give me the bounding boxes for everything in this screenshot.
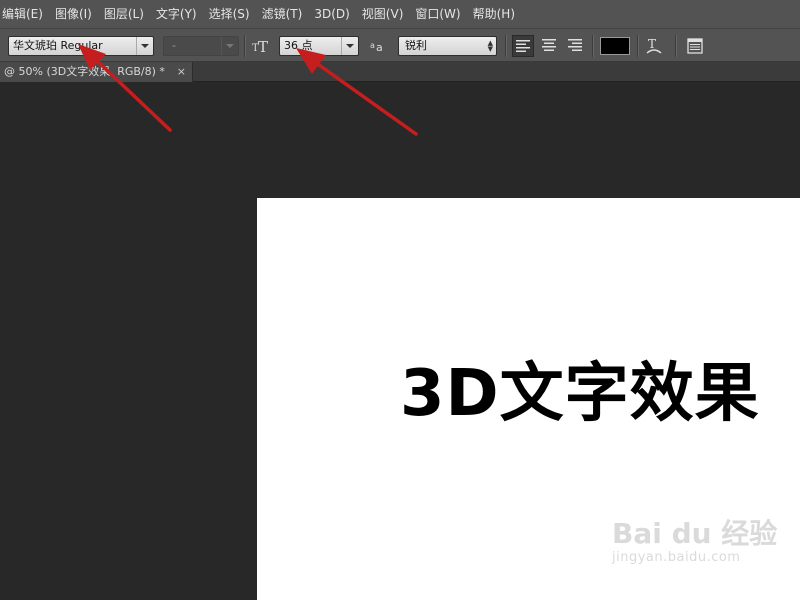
chevron-down-icon bbox=[141, 44, 149, 48]
font-family-dropdown[interactable]: 华文琥珀 Regular bbox=[8, 36, 154, 56]
anti-alias-dropdown[interactable]: 锐利 ▲ ▼ bbox=[398, 36, 497, 56]
svg-text:T: T bbox=[648, 37, 656, 51]
watermark-logo: Bai du 经验 bbox=[612, 517, 778, 550]
type-options-bar: 华文琥珀 Regular - T T 36 点 a a 锐利 ▲ ▼ T bbox=[0, 28, 800, 62]
font-size-icon: T T bbox=[251, 36, 271, 56]
chevron-down-icon bbox=[226, 44, 234, 48]
canvas-text-layer[interactable]: 3D文字效果 bbox=[400, 358, 760, 430]
align-center-icon bbox=[542, 39, 556, 51]
document-tab-title: @ 50% (3D文字效果, RGB/8) * bbox=[4, 65, 165, 78]
menu-help[interactable]: 帮助(H) bbox=[470, 0, 524, 28]
menu-edit[interactable]: 编辑(E) bbox=[0, 0, 52, 28]
font-style-value: - bbox=[172, 39, 176, 52]
warp-text-icon: T bbox=[646, 37, 662, 54]
menu-type[interactable]: 文字(Y) bbox=[153, 0, 206, 28]
character-panel-button[interactable] bbox=[685, 36, 705, 56]
photoshop-window: 编辑(E) 图像(I) 图层(L) 文字(Y) 选择(S) 滤镜(T) 3D(D… bbox=[0, 0, 800, 600]
svg-text:a: a bbox=[376, 41, 383, 54]
menu-window[interactable]: 窗口(W) bbox=[412, 0, 469, 28]
character-panel-icon bbox=[687, 38, 703, 54]
menu-3d[interactable]: 3D(D) bbox=[311, 0, 358, 28]
svg-text:a: a bbox=[370, 41, 375, 50]
align-left-icon bbox=[516, 40, 530, 52]
font-style-dropdown[interactable]: - bbox=[163, 36, 239, 56]
menu-layer[interactable]: 图层(L) bbox=[101, 0, 153, 28]
align-right-icon bbox=[568, 39, 582, 51]
close-icon[interactable]: × bbox=[177, 62, 186, 82]
baidu-watermark: Bai du 经验 jingyan.baidu.com bbox=[612, 512, 777, 565]
chevron-down-icon bbox=[346, 44, 354, 48]
anti-alias-value: 锐利 bbox=[405, 39, 427, 52]
menu-view[interactable]: 视图(V) bbox=[359, 0, 413, 28]
menu-select[interactable]: 选择(S) bbox=[206, 0, 259, 28]
watermark-url: jingyan.baidu.com bbox=[612, 550, 741, 565]
font-size-value: 36 点 bbox=[284, 39, 313, 52]
chevron-updown-icon: ▲ ▼ bbox=[487, 39, 493, 53]
anti-alias-icon: a a bbox=[368, 36, 388, 56]
align-left-button[interactable] bbox=[512, 35, 534, 57]
align-right-button[interactable] bbox=[565, 35, 587, 57]
menu-bar: 编辑(E) 图像(I) 图层(L) 文字(Y) 选择(S) 滤镜(T) 3D(D… bbox=[0, 0, 800, 28]
menu-filter[interactable]: 滤镜(T) bbox=[259, 0, 312, 28]
document-tab[interactable]: @ 50% (3D文字效果, RGB/8) * × bbox=[0, 62, 193, 82]
font-family-value: 华文琥珀 Regular bbox=[13, 39, 103, 52]
document-tab-bar: @ 50% (3D文字效果, RGB/8) * × bbox=[0, 62, 800, 82]
warp-text-button[interactable]: T bbox=[644, 36, 664, 56]
font-size-dropdown[interactable]: 36 点 bbox=[279, 36, 359, 56]
menu-image[interactable]: 图像(I) bbox=[52, 0, 101, 28]
text-color-swatch[interactable] bbox=[600, 37, 630, 55]
svg-text:T: T bbox=[258, 38, 268, 56]
align-center-button[interactable] bbox=[539, 35, 561, 57]
